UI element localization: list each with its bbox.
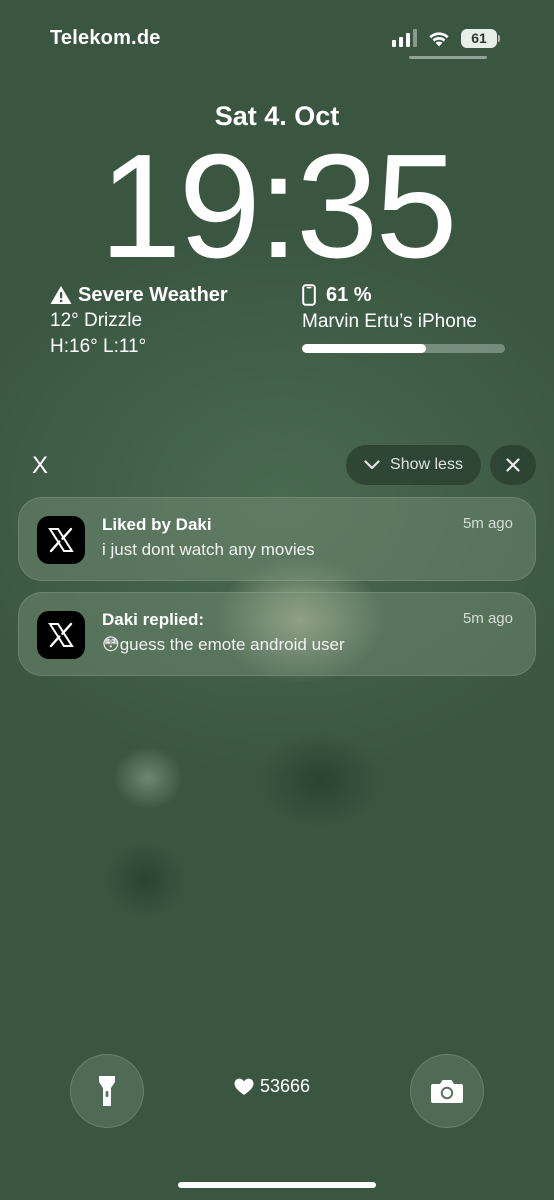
carrier-name: Telekom.de	[50, 27, 161, 49]
battery-percent: 61 %	[326, 283, 372, 306]
x-logo-icon	[37, 516, 85, 564]
cellular-signal-icon	[392, 29, 417, 47]
weather-condition: 12° Drizzle	[50, 310, 143, 331]
flashlight-icon	[99, 1076, 115, 1106]
notification-title: Liked by Daki	[102, 515, 212, 534]
notification-title: Daki replied:	[102, 610, 205, 629]
weather-widget[interactable]: Severe Weather 12° Drizzle H:16° L:11°	[50, 282, 290, 360]
battery-indicator: 61	[461, 28, 500, 48]
warning-icon	[50, 286, 72, 304]
flashlight-button[interactable]	[70, 1054, 144, 1128]
show-less-button[interactable]: Show less	[346, 445, 481, 485]
battery-bar	[302, 344, 505, 353]
camera-button[interactable]	[410, 1054, 484, 1128]
camera-icon	[431, 1080, 463, 1103]
weather-high-low: H:16° L:11°	[50, 336, 147, 357]
wifi-icon	[429, 32, 449, 47]
likes-count: 53666	[260, 1076, 311, 1096]
chevron-down-icon	[364, 460, 380, 470]
heart-icon	[234, 1078, 254, 1095]
control-center-grabber[interactable]	[409, 56, 487, 59]
notification-card[interactable]: Daki replied: 😳guess the emote android u…	[18, 592, 536, 676]
notification-time: 5m ago	[462, 610, 513, 627]
close-icon	[506, 458, 520, 472]
notification-card[interactable]: Liked by Daki i just dont watch any movi…	[18, 497, 536, 581]
notification-time: 5m ago	[462, 515, 513, 532]
lock-clock: 19:35	[99, 124, 457, 289]
clear-notifications-button[interactable]	[490, 445, 536, 485]
show-less-label: Show less	[390, 456, 463, 473]
battery-device-name: Marvin Ertu’s iPhone	[302, 311, 477, 332]
weather-alert: Severe Weather	[78, 283, 228, 306]
notification-group-title: X	[32, 452, 49, 479]
home-indicator[interactable]	[178, 1182, 376, 1188]
status-icons: 61	[392, 26, 500, 50]
battery-bar-fill	[302, 344, 426, 353]
notification-body: i just dont watch any movies	[102, 540, 315, 559]
likes-counter: 53666	[234, 1076, 310, 1097]
x-logo-icon	[37, 611, 85, 659]
battery-widget[interactable]: 61 % Marvin Ertu’s iPhone	[302, 282, 506, 353]
phone-icon	[302, 284, 316, 306]
notification-body: 😳guess the emote android user	[102, 635, 345, 654]
battery-level: 61	[461, 28, 497, 48]
